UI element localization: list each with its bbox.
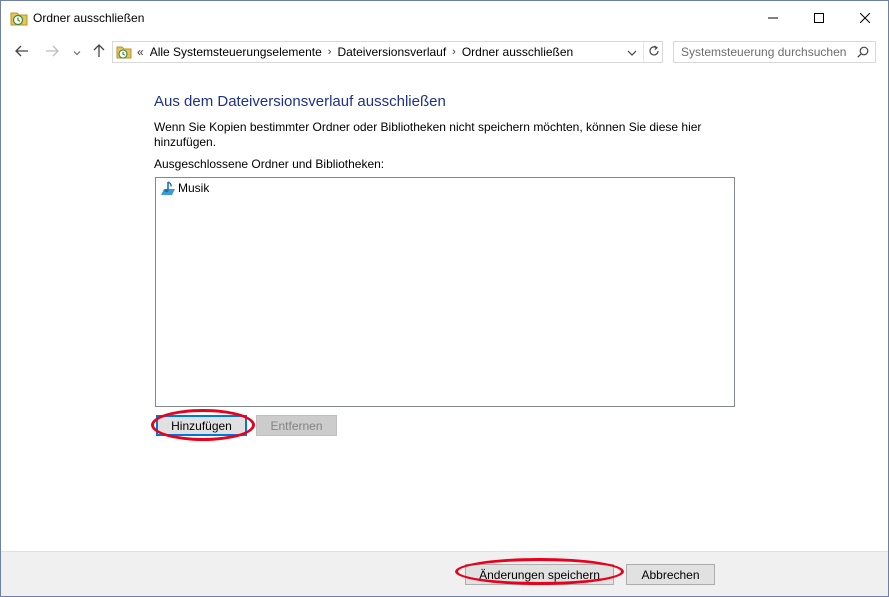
- chevron-down-icon: [627, 45, 637, 59]
- address-dropdown-button[interactable]: [623, 44, 641, 60]
- forward-button[interactable]: [42, 42, 62, 62]
- maximize-button[interactable]: [796, 1, 842, 35]
- breadcrumb-file-history[interactable]: Dateiversionsverlauf: [337, 45, 446, 59]
- arrow-left-icon: [15, 45, 29, 60]
- excluded-folders-list[interactable]: Musik: [155, 177, 735, 407]
- search-box: [673, 41, 876, 63]
- arrow-up-icon: [93, 43, 105, 61]
- control-panel-icon: [116, 44, 132, 60]
- breadcrumb: « Alle Systemsteuerungselemente › Dateiv…: [135, 42, 573, 62]
- address-bar[interactable]: « Alle Systemsteuerungselemente › Dateiv…: [112, 41, 663, 63]
- save-changes-button[interactable]: Änderungen speichern: [465, 564, 614, 585]
- footer-bar: Änderungen speichern Abbrechen: [1, 551, 888, 596]
- breadcrumb-all-control-panel-items[interactable]: Alle Systemsteuerungselemente: [150, 45, 322, 59]
- maximize-icon: [814, 13, 824, 23]
- list-item-label: Musik: [178, 181, 210, 195]
- refresh-icon: [648, 45, 660, 60]
- cancel-button[interactable]: Abbrechen: [626, 564, 715, 585]
- up-button[interactable]: [89, 42, 109, 62]
- description-text: Wenn Sie Kopien bestimmter Ordner oder B…: [154, 120, 702, 149]
- arrow-right-icon: [45, 45, 59, 60]
- music-library-icon: [160, 180, 176, 196]
- excluded-list-label: Ausgeschlossene Ordner und Bibliotheken:: [154, 157, 385, 171]
- page-title: Aus dem Dateiversionsverlauf ausschließe…: [154, 93, 446, 110]
- chevron-down-icon: [73, 45, 81, 59]
- minimize-button[interactable]: [750, 1, 796, 35]
- add-button[interactable]: Hinzufügen: [156, 415, 247, 436]
- minimize-icon: [768, 13, 778, 23]
- dialog-window: Ordner ausschließen « Alle Systemsteueru…: [0, 0, 889, 597]
- navigation-bar: « Alle Systemsteuerungselemente › Dateiv…: [1, 35, 888, 69]
- title-bar: Ordner ausschließen: [1, 1, 888, 35]
- breadcrumb-exclude-folders[interactable]: Ordner ausschließen: [462, 45, 573, 59]
- search-input[interactable]: [674, 42, 852, 62]
- breadcrumb-separator[interactable]: ›: [322, 46, 338, 58]
- close-button[interactable]: [842, 1, 888, 35]
- main-content: Aus dem Dateiversionsverlauf ausschließe…: [1, 69, 888, 551]
- back-button[interactable]: [12, 42, 32, 62]
- window-title: Ordner ausschließen: [33, 11, 145, 25]
- search-icon[interactable]: [854, 44, 872, 60]
- close-icon: [860, 13, 870, 23]
- breadcrumb-overflow[interactable]: «: [135, 45, 150, 59]
- breadcrumb-separator[interactable]: ›: [446, 46, 462, 58]
- refresh-button[interactable]: [643, 42, 663, 62]
- list-item[interactable]: Musik: [160, 180, 209, 196]
- remove-button: Entfernen: [256, 415, 337, 436]
- recent-locations-button[interactable]: [67, 42, 87, 62]
- file-history-icon: [10, 10, 28, 26]
